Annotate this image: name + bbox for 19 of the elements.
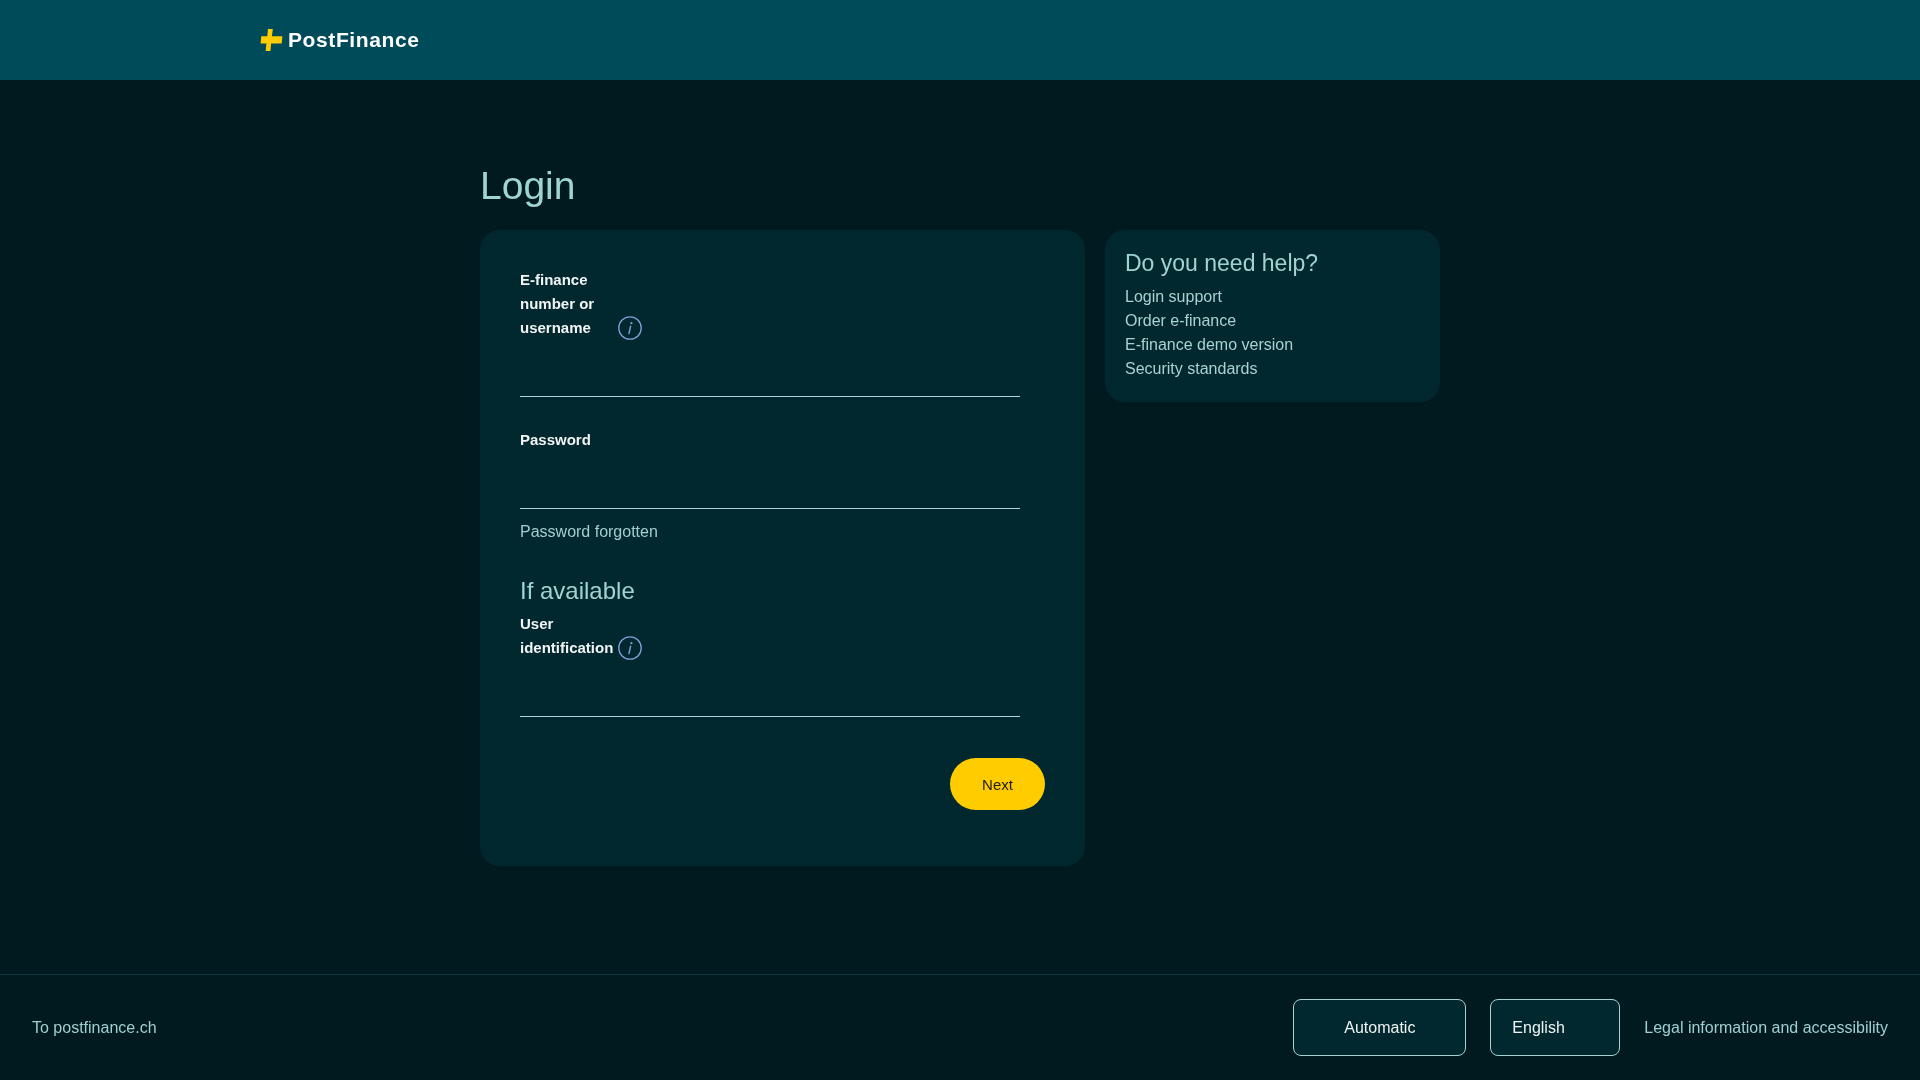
info-icon[interactable]: [618, 316, 642, 340]
logo-link[interactable]: PostFinance: [260, 28, 420, 52]
theme-select[interactable]: Automatic: [1293, 999, 1467, 1056]
section-heading: If available: [520, 576, 635, 606]
info-icon[interactable]: [618, 636, 642, 660]
next-button[interactable]: Next: [950, 758, 1045, 810]
help-link[interactable]: E-finance demo version: [1125, 333, 1294, 357]
home-link[interactable]: To postfinance.ch: [32, 1016, 157, 1039]
language-select[interactable]: English: [1490, 999, 1621, 1056]
page-title: Login: [480, 163, 576, 208]
legal-link[interactable]: Legal information and accessibility: [1644, 1016, 1888, 1039]
help-title: Do you need help?: [1125, 249, 1319, 277]
password-forgotten-link[interactable]: Password forgotten: [520, 520, 658, 544]
field-label: E-finance number or username: [520, 270, 596, 338]
help-link[interactable]: Login support: [1125, 285, 1222, 309]
help-link[interactable]: Security standards: [1125, 357, 1258, 381]
plus-logo-icon: [260, 28, 283, 52]
field-label: Password: [520, 430, 591, 450]
help-link[interactable]: Order e-finance: [1125, 309, 1237, 333]
